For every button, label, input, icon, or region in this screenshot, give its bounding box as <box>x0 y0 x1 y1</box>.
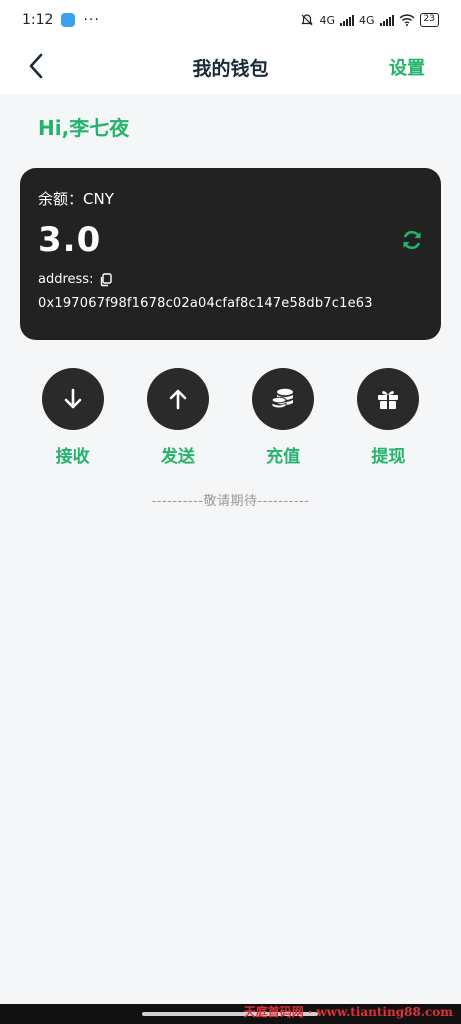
receive-button[interactable]: 接收 <box>33 368 113 467</box>
copy-icon[interactable] <box>99 272 113 287</box>
receive-circle <box>41 368 104 430</box>
refresh-icon <box>403 230 421 250</box>
more-notifications-icon: ··· <box>83 12 100 28</box>
action-bar: 接收 发送 充值 提现 <box>20 368 441 467</box>
app-notification-icon <box>61 13 76 27</box>
status-bar: 1:12 ··· 4G 4G 23 <box>0 0 461 40</box>
wallet-card: 余额：CNY 3.0 address: 0x197067f98f1678c02a… <box>20 168 441 340</box>
signal-icon-2 <box>379 14 394 26</box>
wifi-icon <box>399 14 415 26</box>
battery-indicator: 23 <box>419 13 439 27</box>
balance-label: 余额：CNY <box>38 190 114 208</box>
send-label: 发送 <box>160 447 195 467</box>
arrow-down-icon <box>64 388 81 409</box>
chevron-left-icon <box>29 53 43 79</box>
withdraw-label: 提现 <box>371 447 406 467</box>
coming-soon-text: ----------敬请期待---------- <box>151 494 310 509</box>
refresh-button[interactable] <box>401 229 423 251</box>
page-header: 我的钱包 设置 <box>0 40 461 94</box>
recharge-label: 充值 <box>266 447 301 467</box>
address-value: 0x197067f98f1678c02a04cfaf8c147e58db7c1e… <box>38 296 373 311</box>
network-type-1: 4G <box>319 13 336 27</box>
settings-button[interactable]: 设置 <box>389 54 425 80</box>
recharge-circle <box>252 368 315 430</box>
balance-value: 3.0 <box>38 220 102 260</box>
page-title: 我的钱包 <box>192 57 269 80</box>
send-button[interactable]: 发送 <box>138 368 218 467</box>
receive-label: 接收 <box>55 447 90 467</box>
greeting-text: Hi,李七夜 <box>38 116 130 140</box>
wallet-page: 1:12 ··· 4G 4G 23 我的钱包 设置 Hi,李七夜 余额：CNY … <box>0 0 461 1024</box>
mute-bell-icon <box>301 14 314 26</box>
withdraw-circle <box>357 368 420 430</box>
send-circle <box>146 368 209 430</box>
network-type-2: 4G <box>359 13 375 27</box>
back-button[interactable] <box>22 52 50 80</box>
signal-icon <box>340 14 355 26</box>
coins-icon <box>271 388 294 409</box>
arrow-up-icon <box>169 389 187 410</box>
withdraw-button[interactable]: 提现 <box>348 368 428 467</box>
watermark-text: 天庭首码网 · www.tianting88.com <box>243 1005 453 1019</box>
gift-icon <box>378 391 399 409</box>
address-label: address: <box>38 272 94 287</box>
status-time: 1:12 <box>22 12 54 28</box>
recharge-button[interactable]: 充值 <box>243 368 323 467</box>
